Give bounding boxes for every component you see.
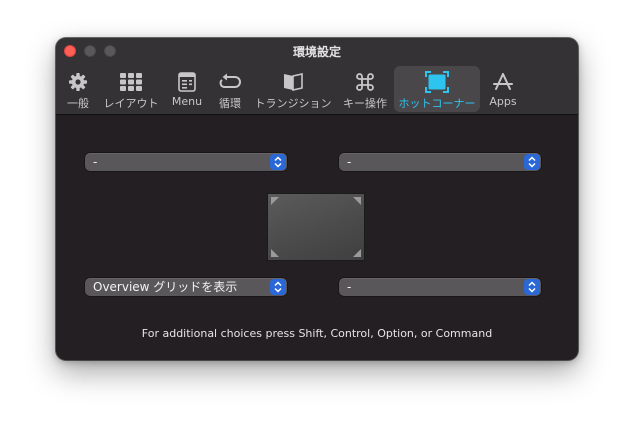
cycle-icon <box>218 71 242 93</box>
tab-key-operation-label: キー操作 <box>343 97 387 110</box>
tab-layout[interactable]: レイアウト <box>102 66 160 112</box>
chevron-updown-icon <box>524 279 540 295</box>
tab-cycle-label: 循環 <box>219 97 241 110</box>
chevron-updown-icon <box>270 154 286 170</box>
top-right-corner-value: - <box>347 155 352 169</box>
hot-corners-icon <box>425 71 449 93</box>
tab-cycle[interactable]: 循環 <box>212 66 248 112</box>
transition-icon <box>281 71 305 93</box>
bottom-left-corner-value: Overview グリッドを表示 <box>93 280 238 294</box>
gear-icon <box>66 71 90 93</box>
title-bar: 環境設定 一般 レイアウト Menu 循環 トランジション キー操作 ホットコー… <box>56 38 578 115</box>
bottom-right-corner-marker <box>353 249 361 257</box>
grid-icon <box>119 71 143 93</box>
window-title: 環境設定 <box>292 45 341 59</box>
modifier-hint-text: For additional choices press Shift, Cont… <box>141 327 493 340</box>
command-key-icon <box>353 71 377 93</box>
top-left-corner-value: - <box>93 155 98 169</box>
tab-hot-corners-label: ホットコーナー <box>398 97 476 110</box>
screen-preview <box>268 194 364 260</box>
chevron-updown-icon <box>524 154 540 170</box>
tab-general[interactable]: 一般 <box>60 66 96 112</box>
apps-icon <box>491 71 515 93</box>
tab-key-operation[interactable]: キー操作 <box>338 66 392 112</box>
top-left-corner-popup[interactable]: - <box>85 153 287 171</box>
tab-apps-label: Apps <box>489 95 517 108</box>
tab-general-label: 一般 <box>67 97 89 110</box>
tab-layout-label: レイアウト <box>103 97 159 110</box>
top-right-corner-marker <box>353 197 361 205</box>
menu-icon <box>175 71 199 93</box>
top-right-corner-popup[interactable]: - <box>339 153 541 171</box>
bottom-left-corner-marker <box>271 249 279 257</box>
preferences-window: 環境設定 一般 レイアウト Menu 循環 トランジション キー操作 ホットコー… <box>56 38 578 360</box>
tab-transition[interactable]: トランジション <box>254 66 332 112</box>
bottom-right-corner-popup[interactable]: - <box>339 278 541 296</box>
preferences-toolbar: 一般 レイアウト Menu 循環 トランジション キー操作 ホットコーナー Ap… <box>56 64 578 114</box>
tab-transition-label: トランジション <box>254 97 332 110</box>
tab-apps[interactable]: Apps <box>484 66 522 112</box>
bottom-right-corner-value: - <box>347 280 352 294</box>
tab-hot-corners[interactable]: ホットコーナー <box>394 66 480 112</box>
top-left-corner-marker <box>271 197 279 205</box>
tab-menu[interactable]: Menu <box>166 66 208 112</box>
chevron-updown-icon <box>270 279 286 295</box>
bottom-left-corner-popup[interactable]: Overview グリッドを表示 <box>85 278 287 296</box>
tab-menu-label: Menu <box>171 95 203 108</box>
